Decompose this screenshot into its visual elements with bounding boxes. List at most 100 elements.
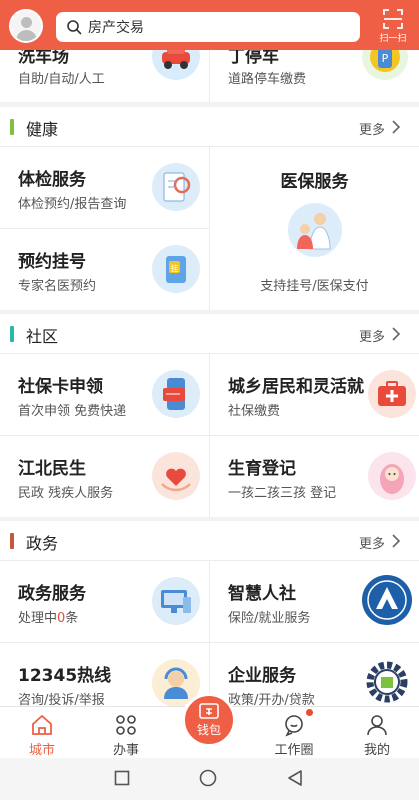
section-header-community: 社区 更多 [0,314,419,354]
bottom-tab-bar: 城市 办事 钱包 工作圈 我的 [0,693,419,759]
card-subtitle: 支持挂号/医保支付 [260,279,369,294]
chevron-right-icon[interactable] [391,120,401,134]
medical-checkup-icon [152,163,200,211]
parking-card[interactable]: 丁停车 道路停车缴费 P [210,50,419,102]
section-title: 健康 [26,120,59,139]
smart-hr-card[interactable]: 智慧人社 保险/就业服务 [210,561,419,642]
section-title: 政务 [26,534,59,553]
card-title: 政务服务 [18,584,86,604]
search-icon [67,20,82,35]
section-header-gov: 政务 更多 [0,521,419,561]
card-subtitle: 自助/自动/人工 [18,72,105,87]
appointment-card[interactable]: 预约挂号 专家名医预约 挂 [0,229,209,310]
card-subtitle: 咨询/投诉/举报 [18,693,105,706]
card-title: 智慧人社 [228,584,296,604]
chevron-right-icon[interactable] [391,327,401,341]
tab-label: 钱包 [196,723,221,737]
gov-grid: 政务服务 处理中0条 智慧人社 保险/就业服务 12345热线 咨询/投诉/举报… [0,561,419,706]
tab-label: 办事 [112,743,139,758]
phone-card-icon [152,370,200,418]
card-subtitle: 一孩二孩三孩 登记 [228,486,337,501]
notification-dot [306,709,313,716]
more-link[interactable]: 更多 [359,326,385,345]
hotline-card[interactable]: 12345热线 咨询/投诉/举报 [0,643,209,706]
back-triangle-icon[interactable] [287,769,303,787]
baby-icon [368,452,416,500]
gov-service-card[interactable]: 政务服务 处理中0条 [0,561,209,642]
doctor-icon [288,203,342,257]
wallet-icon [199,703,219,719]
tab-mine[interactable]: 我的 [335,707,419,759]
tab-services[interactable]: 办事 [84,707,168,759]
card-title: 社保卡申领 [18,377,103,397]
person-icon [367,715,387,736]
avatar[interactable] [9,9,43,43]
more-link[interactable]: 更多 [359,119,385,138]
card-subtitle: 政策/开办/贷款 [228,693,315,706]
service-row-top: 洗车场 自助/自动/人工 丁停车 道路停车缴费 P [0,50,419,102]
top-header: 房产交易 扫一扫 [0,0,419,50]
card-title: 洗车场 [18,50,69,67]
chat-bubble-icon [285,715,303,737]
card-title: 江北民生 [18,459,86,479]
pending-label: 处理中 [18,611,58,626]
card-title: 体检服务 [18,170,86,190]
tab-label: 工作圈 [274,743,314,758]
card-subtitle: 处理中0条 [18,607,78,626]
appointment-icon: 挂 [152,245,200,293]
community-grid: 社保卡申领 首次申领 免费快递 城乡居民和灵活就 社保缴费 江北民生 民政 残疾… [0,354,419,517]
tab-wallet[interactable]: 钱包 [182,693,236,747]
parking-icon: P [362,50,408,80]
card-title: 医保服务 [280,172,349,192]
card-title: 企业服务 [228,666,296,686]
health-grid: 体检服务 体检预约/报告查询 预约挂号 专家名医预约 挂 医保服务 支持挂号/医… [0,147,419,310]
section-accent-bar [10,119,14,135]
card-subtitle: 首次申领 免费快递 [18,404,127,419]
tab-label: 我的 [363,743,390,758]
gear-building-icon [362,657,412,706]
car-wash-icon [152,50,200,80]
card-subtitle: 道路停车缴费 [228,72,307,87]
section-accent-bar [10,326,14,342]
search-placeholder: 房产交易 [88,20,144,36]
scan-icon [383,9,403,29]
scan-button[interactable]: 扫一扫 [373,8,413,46]
section-title: 社区 [26,327,59,346]
tab-work-circle[interactable]: 工作圈 [252,707,336,759]
card-subtitle: 专家名医预约 [18,279,97,294]
tab-city[interactable]: 城市 [0,707,84,759]
grid-icon [116,715,136,735]
card-subtitle: 民政 残疾人服务 [18,486,114,501]
card-subtitle: 保险/就业服务 [228,611,311,626]
pending-unit: 条 [65,611,79,626]
main-content: 洗车场 自助/自动/人工 丁停车 道路停车缴费 P 健康 更多 体检服务 体检预… [0,50,419,706]
medical-insurance-card[interactable]: 医保服务 支持挂号/医保支付 [210,147,419,310]
card-subtitle: 体检预约/报告查询 [18,197,127,212]
car-wash-card[interactable]: 洗车场 自助/自动/人工 [0,50,209,102]
social-card-apply-card[interactable]: 社保卡申领 首次申领 免费快递 [0,354,209,435]
heart-hands-icon [152,452,200,500]
scan-label: 扫一扫 [379,34,407,44]
more-link[interactable]: 更多 [359,533,385,552]
birth-registration-card[interactable]: 生育登记 一孩二孩三孩 登记 [210,436,419,517]
card-subtitle: 社保缴费 [228,404,281,419]
chevron-right-icon[interactable] [391,534,401,548]
card-title: 生育登记 [228,459,296,479]
card-title: 预约挂号 [18,252,86,272]
system-nav-bar [0,758,419,800]
first-aid-kit-icon [368,370,416,418]
svg-text:挂: 挂 [171,263,179,273]
card-title: 12345热线 [18,666,112,686]
section-header-health: 健康 更多 [0,107,419,147]
jiangbei-livelihood-card[interactable]: 江北民生 民政 残疾人服务 [0,436,209,517]
home-circle-icon[interactable] [199,769,217,787]
resident-insurance-card[interactable]: 城乡居民和灵活就 社保缴费 [210,354,419,435]
enterprise-service-card[interactable]: 企业服务 政策/开办/贷款 [210,643,419,706]
recents-icon[interactable] [114,770,130,786]
svg-text:P: P [382,52,389,65]
tab-label: 城市 [28,743,55,758]
search-bar[interactable]: 房产交易 [56,12,360,42]
home-icon [32,714,52,735]
card-title: 丁停车 [228,50,279,67]
checkup-service-card[interactable]: 体检服务 体检预约/报告查询 [0,147,209,228]
